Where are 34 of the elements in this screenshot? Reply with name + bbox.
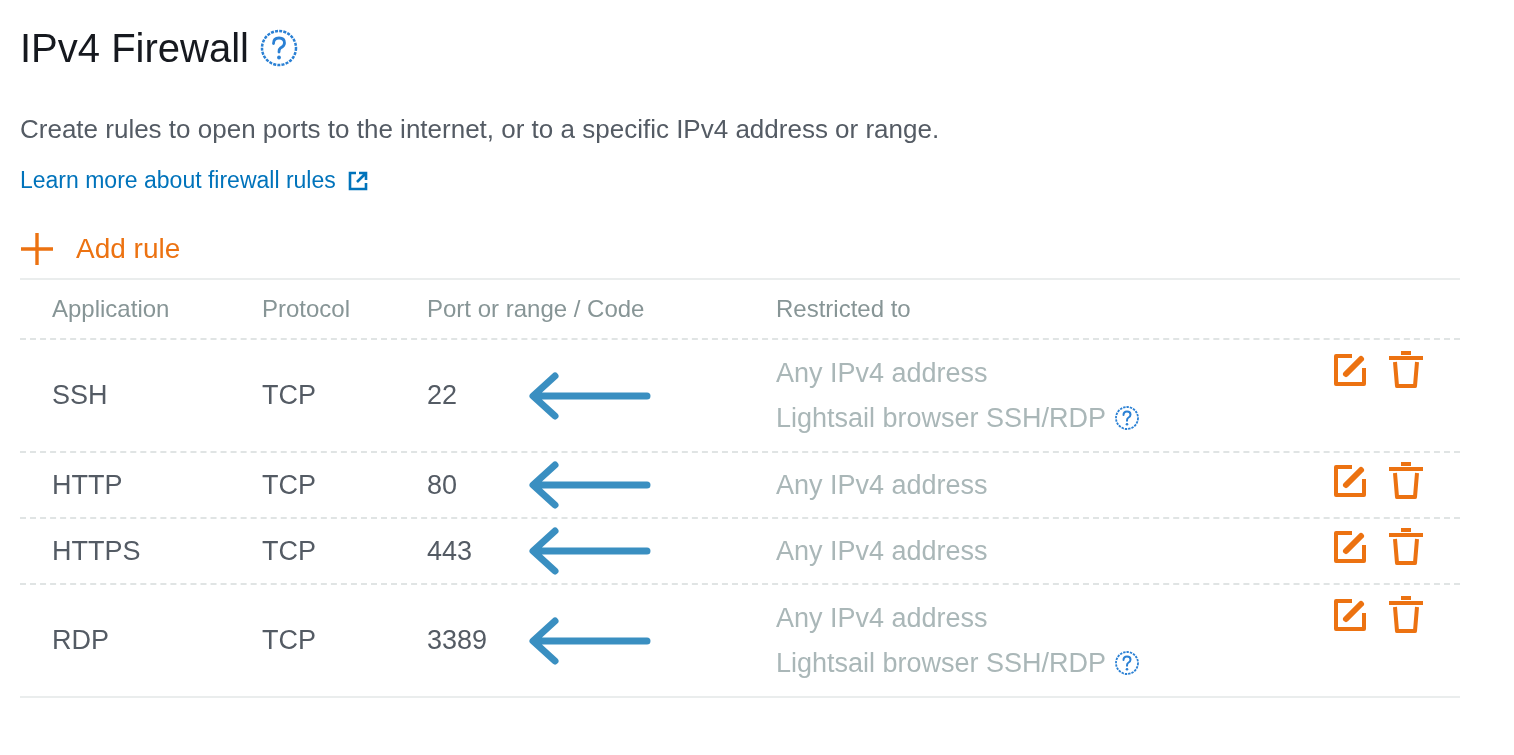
table-cell-text: TCP <box>262 535 317 567</box>
restricted-text: Lightsail browser SSH/RDP <box>776 402 1107 434</box>
help-icon[interactable] <box>1114 650 1141 676</box>
learn-more-link[interactable]: Learn more about firewall rules <box>20 167 370 194</box>
restricted-text: Lightsail browser SSH/RDP <box>776 647 1107 679</box>
table-cell-text: TCP <box>262 469 317 501</box>
column-header: Restricted to <box>776 295 912 323</box>
restricted-text: Any IPv4 address <box>776 602 988 634</box>
delete-icon[interactable] <box>1386 527 1426 567</box>
table-cell-text: HTTP <box>52 469 124 501</box>
column-header: Protocol <box>262 295 352 323</box>
add-rule-button[interactable]: Add rule <box>20 232 181 266</box>
help-icon[interactable] <box>258 28 299 68</box>
restricted-text: Any IPv4 address <box>776 469 988 501</box>
table-cell-text: TCP <box>262 625 317 656</box>
column-header: Port or range / Code <box>427 295 646 323</box>
table-cell-text: RDP <box>52 625 110 656</box>
table-cell-text: 3389 <box>427 625 489 656</box>
table-cell-text: 80 <box>427 469 459 501</box>
table-cell-text: SSH <box>52 380 109 411</box>
column-header: Application <box>52 295 171 323</box>
table-cell-text: HTTPS <box>52 535 142 567</box>
plus-icon <box>20 232 54 266</box>
delete-icon[interactable] <box>1386 350 1426 390</box>
section-title: IPv4 Firewall <box>20 25 249 71</box>
table-cell-text: 22 <box>427 380 459 411</box>
table-cell-text: TCP <box>262 380 317 411</box>
help-icon[interactable] <box>1114 405 1141 431</box>
description: Create rules to open ports to the internet, or to a specific IPv4 address or range. <box>20 114 941 145</box>
table-cell-text: 443 <box>427 535 474 567</box>
delete-icon[interactable] <box>1386 595 1426 635</box>
delete-icon[interactable] <box>1386 461 1426 501</box>
restricted-text: Any IPv4 address <box>776 357 988 389</box>
restricted-text: Any IPv4 address <box>776 535 988 567</box>
